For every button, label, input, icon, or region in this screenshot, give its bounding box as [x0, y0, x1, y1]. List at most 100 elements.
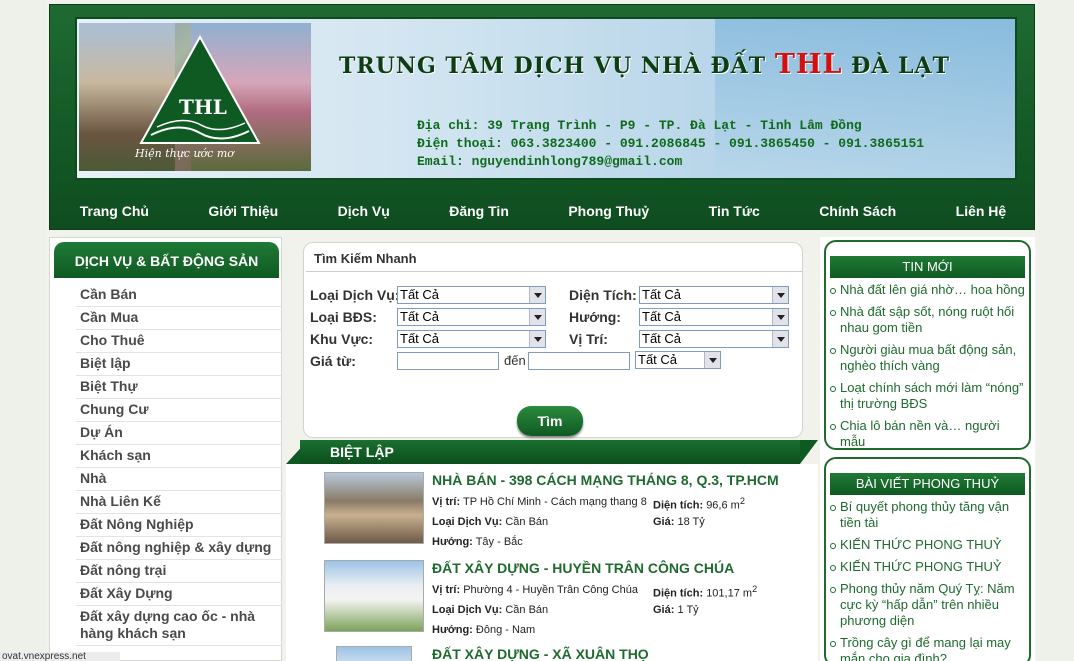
category-item[interactable]: Nhà	[76, 468, 281, 491]
chevron-down-icon	[529, 287, 545, 303]
select-loai-dich-vu[interactable]: Tất Cả	[397, 286, 546, 304]
category-item[interactable]: Biệt lập	[76, 353, 281, 376]
price-from-input[interactable]	[397, 352, 499, 370]
nav-tin-tuc[interactable]: Tin Tức	[709, 203, 760, 219]
news-link[interactable]: Chia lô bán nền và… người mẫu	[830, 418, 1025, 450]
listing-location: Phường 4 - Huyền Trân Công Chúa	[463, 584, 638, 596]
select-vi-tri[interactable]: Tất Cả	[639, 330, 789, 348]
page: THL Hiện thực ước mơ TRUNG TÂM DỊCH VỤ N…	[45, 0, 1039, 661]
select-value: Tất Cả	[642, 309, 682, 324]
logo[interactable]: THL Hiện thực ước mơ	[79, 23, 311, 171]
category-item[interactable]: Đất xây dựng cao ốc - nhà hàng khách sạn	[76, 606, 281, 646]
category-item[interactable]: Đất Nông Nghiệp	[76, 514, 281, 537]
select-value: Tất Cả	[642, 331, 682, 346]
listing-title[interactable]: ĐẤT XÂY DỰNG - HUYỀN TRÂN CÔNG CHÚA	[432, 560, 734, 576]
browser-status-bar: ovat.vnexpress.net	[0, 652, 120, 661]
email: Email: nguyendinhlong789@gmail.com	[417, 154, 683, 169]
search-button[interactable]: Tìm	[517, 406, 583, 436]
category-item[interactable]: Cần Bán	[76, 284, 281, 307]
chevron-down-icon	[772, 287, 788, 303]
select-value: Tất Cả	[638, 352, 678, 367]
listing-service-type: Cần Bán	[505, 604, 549, 616]
news-link[interactable]: Nhà đất lên giá nhờ… hoa hồng	[830, 282, 1025, 298]
area-unit-sup: 2	[752, 584, 758, 594]
select-price-unit[interactable]: Tất Cả	[635, 351, 721, 369]
listing-title[interactable]: ĐẤT XÂY DỰNG - XÃ XUÂN THỌ	[432, 646, 649, 661]
select-value: Tất Cả	[642, 287, 682, 302]
select-khu-vuc[interactable]: Tất Cả	[397, 330, 546, 348]
listing-price: 18 Tỷ	[677, 516, 705, 528]
nav-gioi-thieu[interactable]: Giới Thiệu	[208, 203, 278, 219]
quick-search: Tìm Kiếm Nhanh Loại Dịch Vụ: Tất Cả Diện…	[303, 242, 803, 438]
listing-title[interactable]: NHÀ BÁN - 398 CÁCH MẠNG THÁNG 8, Q.3, TP…	[432, 472, 779, 488]
nav-lien-he[interactable]: Liên Hệ	[956, 203, 1007, 219]
category-item[interactable]: Cần Mua	[76, 307, 281, 330]
banner: THL Hiện thực ước mơ TRUNG TÂM DỊCH VỤ N…	[75, 17, 1017, 180]
select-dien-tich[interactable]: Tất Cả	[639, 286, 789, 304]
news-link[interactable]: Nhà đất sập sốt, nóng ruột hối nhau gom …	[830, 304, 1025, 336]
divider	[306, 271, 802, 272]
listing-thumbnail[interactable]	[324, 560, 424, 632]
section-heading: BIỆT LẬP	[286, 440, 818, 464]
label-dien-tich: Diện Tích:	[569, 287, 637, 303]
nav-chinh-sach[interactable]: Chính Sách	[819, 203, 896, 219]
listing-thumbnail[interactable]	[324, 472, 424, 544]
category-item[interactable]: Đất nông nghiệp & xây dựng	[76, 537, 281, 560]
left-sidebar-heading: DỊCH VỤ & BẤT ĐỘNG SẢN	[54, 242, 279, 278]
fengshui-link[interactable]: Trồng cây gì để mang lại may mắn cho gia…	[830, 635, 1025, 661]
field-label: Vị trí:	[432, 496, 461, 508]
news-heading: TIN MỚI	[830, 256, 1025, 278]
fengshui-link[interactable]: KIẾN THỨC PHONG THUỶ	[830, 537, 1025, 553]
fengshui-link[interactable]: Phong thủy năm Quý Tỵ: Năm cực kỳ “hấp d…	[830, 581, 1025, 629]
nav-phong-thuy[interactable]: Phong Thuỷ	[568, 203, 649, 219]
select-huong[interactable]: Tất Cả	[639, 308, 789, 326]
nav-dich-vu[interactable]: Dịch Vụ	[338, 203, 390, 219]
logo-text: THL	[179, 95, 227, 119]
fengshui-link[interactable]: KIẾN THỨC PHONG THUỶ	[830, 559, 1025, 575]
address: Địa chỉ: 39 Trạng Trình - P9 - TP. Đà Lạ…	[417, 118, 862, 133]
select-loai-bds[interactable]: Tất Cả	[397, 308, 546, 326]
category-item[interactable]: Nhà Liên Kế	[76, 491, 281, 514]
chevron-down-icon	[772, 309, 788, 325]
field-label: Diện tích:	[653, 499, 704, 512]
select-value: Tất Cả	[400, 287, 440, 302]
listing-item: ĐẤT XÂY DỰNG - HUYỀN TRÂN CÔNG CHÚA Vị t…	[286, 560, 818, 650]
slogan: Hiện thực ước mơ	[135, 147, 234, 160]
quick-search-title: Tìm Kiếm Nhanh	[314, 251, 417, 266]
category-menu: Cần Bán Cần Mua Cho Thuê Biệt lập Biệt T…	[76, 284, 281, 646]
listing-item: NHÀ BÁN - 398 CÁCH MẠNG THÁNG 8, Q.3, TP…	[286, 472, 818, 562]
category-item[interactable]: Cho Thuê	[76, 330, 281, 353]
category-item[interactable]: Chung Cư	[76, 399, 281, 422]
site-title-brand: THL	[774, 49, 843, 80]
site-title-suffix: ĐÀ LẠT	[851, 53, 950, 79]
nav-dang-tin[interactable]: Đăng Tin	[449, 203, 509, 219]
nav-trang-chu[interactable]: Trang Chủ	[80, 203, 149, 219]
category-item[interactable]: Đất nông trại	[76, 560, 281, 583]
logo-triangle-icon	[139, 35, 261, 144]
listing-area-value: 96,6 m	[706, 499, 740, 512]
category-item[interactable]: Khách sạn	[76, 445, 281, 468]
listing-direction: Đông - Nam	[475, 624, 536, 636]
select-value: Tất Cả	[400, 309, 440, 324]
fengshui-link[interactable]: Bí quyết phong thủy tăng vận tiền tài	[830, 499, 1025, 531]
listing-item: ĐẤT XÂY DỰNG - XÃ XUÂN THỌ	[286, 646, 818, 661]
listing-thumbnail[interactable]	[336, 646, 412, 661]
category-item[interactable]: Đất Xây Dựng	[76, 583, 281, 606]
left-sidebar: DỊCH VỤ & BẤT ĐỘNG SẢN Cần Bán Cần Mua C…	[49, 237, 282, 661]
field-label: Vị trí:	[432, 584, 461, 596]
contact-info: Địa chỉ: 39 Trạng Trình - P9 - TP. Đà Lạ…	[417, 117, 924, 171]
phone: Điện thoại: 063.3823400 - 091.2086845 - …	[417, 136, 925, 151]
area-unit-sup: 2	[739, 496, 745, 506]
section-title: BIỆT LẬP	[330, 444, 394, 460]
label-khu-vuc: Khu Vực:	[310, 331, 374, 347]
label-gia-tu: Giá từ:	[310, 353, 356, 369]
price-to-input[interactable]	[528, 352, 630, 370]
select-value: Tất Cả	[400, 331, 440, 346]
site-title-prefix: TRUNG TÂM DỊCH VỤ NHÀ ĐẤT	[339, 53, 767, 79]
listing-location: TP Hồ Chí Minh - Cách mạng thang 8	[462, 496, 647, 508]
category-item[interactable]: Biệt Thự	[76, 376, 281, 399]
listing-price: 1 Tỷ	[677, 604, 699, 616]
news-link[interactable]: Người giàu mua bất động sản, nghèo thích…	[830, 342, 1025, 374]
news-link[interactable]: Loạt chính sách mới làm “nóng” thị trườn…	[830, 380, 1025, 412]
category-item[interactable]: Dự Án	[76, 422, 281, 445]
